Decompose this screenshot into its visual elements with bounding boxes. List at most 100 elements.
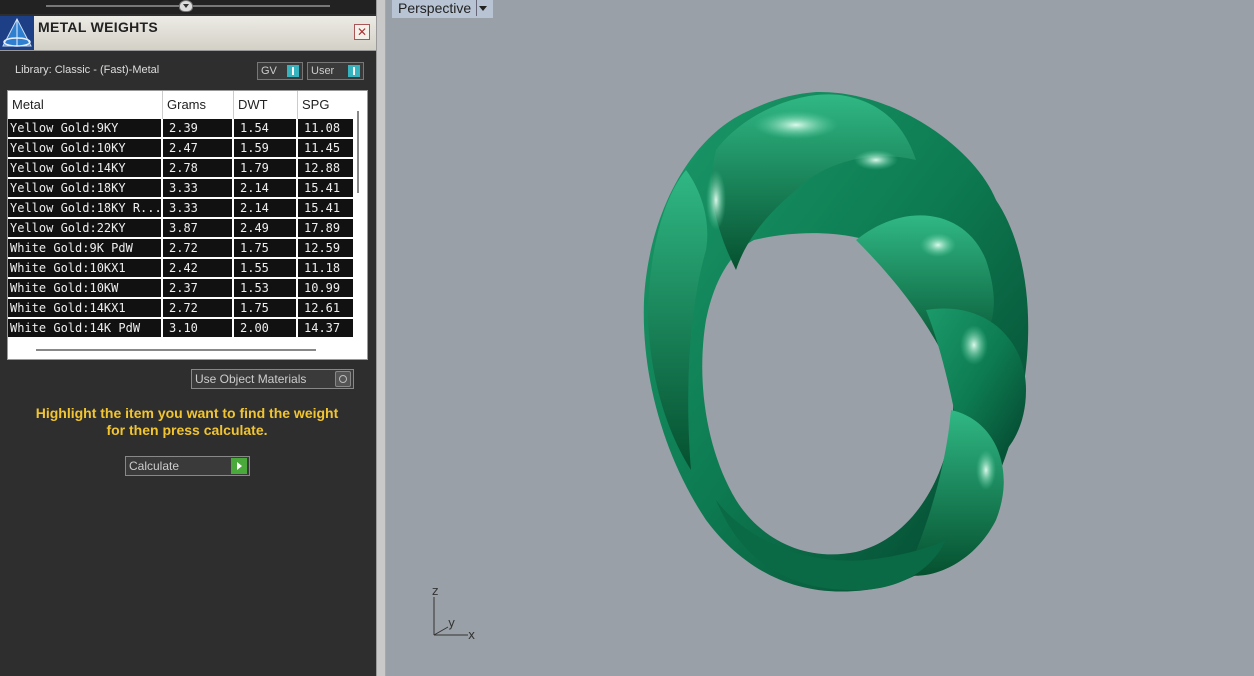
spg-cell: 17.89 <box>298 219 353 238</box>
axis-gizmo-icon: z y x <box>432 585 475 642</box>
slider-thumb[interactable] <box>179 0 193 12</box>
table-row[interactable]: Yellow Gold:22KY 3.87 2.49 17.89 <box>8 219 353 239</box>
ring-highlight <box>706 170 726 230</box>
grams-cell: 2.39 <box>163 119 232 138</box>
dwt-cell: 1.55 <box>234 259 296 278</box>
instruction-text: Highlight the item you want to find the … <box>14 405 360 439</box>
perspective-viewport[interactable]: Perspective z y x <box>386 0 1254 676</box>
ring-highlight <box>960 325 988 365</box>
close-panel-button[interactable]: ✕ <box>354 24 370 40</box>
table-row[interactable]: White Gold:9K PdW 2.72 1.75 12.59 <box>8 239 353 259</box>
table-header: Metal Grams DWT SPG <box>8 91 353 119</box>
metal-cell: Yellow Gold:18KY <box>8 179 161 198</box>
metal-cell: Yellow Gold:9KY <box>8 119 161 138</box>
spg-cell: 15.41 <box>298 199 353 218</box>
user-toggle-switch-icon[interactable] <box>348 65 360 77</box>
spg-cell: 10.99 <box>298 279 353 298</box>
metal-cell: Yellow Gold:10KY <box>8 139 161 158</box>
grams-cell: 3.33 <box>163 199 232 218</box>
table-row[interactable]: White Gold:10KW 2.37 1.53 10.99 <box>8 279 353 299</box>
grams-cell: 3.10 <box>163 319 232 338</box>
metal-cell: Yellow Gold:18KY R... <box>8 199 161 218</box>
gv-toggle[interactable]: GV <box>257 62 303 80</box>
instruction-line-2: for then press calculate. <box>106 422 268 438</box>
axis-label-z: z <box>432 585 438 598</box>
table-row[interactable]: Yellow Gold:18KY 3.33 2.14 15.41 <box>8 179 353 199</box>
column-header-dwt[interactable]: DWT <box>234 91 298 119</box>
table-row[interactable]: White Gold:14KX1 2.72 1.75 12.61 <box>8 299 353 319</box>
table-row[interactable]: Yellow Gold:10KY 2.47 1.59 11.45 <box>8 139 353 159</box>
axis-label-x: x <box>468 628 475 642</box>
panel-splitter[interactable] <box>376 0 386 676</box>
gv-toggle-label: GV <box>261 65 277 77</box>
table-row[interactable]: Yellow Gold:9KY 2.39 1.54 11.08 <box>8 119 353 139</box>
panel-title: METAL WEIGHTS <box>38 19 159 35</box>
spg-cell: 12.88 <box>298 159 353 178</box>
twisted-ring-model[interactable] <box>386 0 1254 676</box>
metal-weights-panel: METAL WEIGHTS ✕ Library: Classic - (Fast… <box>0 0 376 676</box>
instruction-line-1: Highlight the item you want to find the … <box>35 405 339 421</box>
ring-highlight <box>920 233 956 257</box>
dwt-cell: 1.54 <box>234 119 296 138</box>
table-row[interactable]: Yellow Gold:14KY 2.78 1.79 12.88 <box>8 159 353 179</box>
grams-cell: 3.33 <box>163 179 232 198</box>
spg-cell: 14.37 <box>298 319 353 338</box>
spg-cell: 12.59 <box>298 239 353 258</box>
dropdown-arrow-icon[interactable] <box>476 0 489 16</box>
spg-cell: 11.08 <box>298 119 353 138</box>
dwt-cell: 1.75 <box>234 239 296 258</box>
grams-cell: 2.42 <box>163 259 232 278</box>
grams-cell: 2.72 <box>163 299 232 318</box>
dwt-cell: 1.59 <box>234 139 296 158</box>
grams-cell: 2.78 <box>163 159 232 178</box>
use-object-materials-toggle[interactable]: Use Object Materials <box>191 369 354 389</box>
ring-highlight <box>976 450 996 490</box>
gv-toggle-switch-icon[interactable] <box>287 65 299 77</box>
dwt-cell: 2.14 <box>234 199 296 218</box>
dwt-cell: 2.49 <box>234 219 296 238</box>
dwt-cell: 2.00 <box>234 319 296 338</box>
play-icon[interactable] <box>231 458 247 474</box>
table-row[interactable]: Yellow Gold:18KY R... 3.33 2.14 15.41 <box>8 199 353 219</box>
metal-cell: White Gold:9K PdW <box>8 239 161 258</box>
spg-cell: 11.18 <box>298 259 353 278</box>
calculate-button[interactable]: Calculate <box>125 456 250 476</box>
user-toggle-label: User <box>311 65 335 77</box>
metal-cell: White Gold:10KW <box>8 279 161 298</box>
dwt-cell: 1.75 <box>234 299 296 318</box>
metal-cell: White Gold:14K PdW <box>8 319 161 338</box>
metal-cell: White Gold:14KX1 <box>8 299 161 318</box>
grams-cell: 2.37 <box>163 279 232 298</box>
column-header-metal[interactable]: Metal <box>8 91 163 119</box>
metal-cell: White Gold:10KX1 <box>8 259 161 278</box>
dwt-cell: 1.79 <box>234 159 296 178</box>
column-header-spg[interactable]: SPG <box>298 91 353 119</box>
grams-cell: 2.47 <box>163 139 232 158</box>
table-row[interactable]: White Gold:14K PdW 3.10 2.00 14.37 <box>8 319 353 339</box>
axis-label-y: y <box>448 616 455 630</box>
radio-icon[interactable] <box>335 371 351 387</box>
ring-highlight <box>854 150 898 170</box>
spg-cell: 15.41 <box>298 179 353 198</box>
dwt-cell: 2.14 <box>234 179 296 198</box>
library-label: Library: Classic - (Fast)-Metal <box>15 64 160 76</box>
dwt-cell: 1.53 <box>234 279 296 298</box>
calculate-button-label: Calculate <box>129 459 180 473</box>
viewport-title: Perspective <box>398 0 472 16</box>
viewport-title-tab[interactable]: Perspective <box>392 0 494 18</box>
use-object-materials-label: Use Object Materials <box>195 372 307 386</box>
user-toggle[interactable]: User <box>307 62 364 80</box>
panel-title-bar: METAL WEIGHTS ✕ <box>0 16 376 51</box>
table-vertical-scrollbar[interactable] <box>357 111 359 193</box>
metal-cell: Yellow Gold:22KY <box>8 219 161 238</box>
table-horizontal-scrollbar[interactable] <box>36 349 316 351</box>
grams-cell: 3.87 <box>163 219 232 238</box>
metal-table: Metal Grams DWT SPG Yellow Gold:9KY 2.39… <box>7 90 368 360</box>
metal-weights-logo-icon <box>0 16 34 50</box>
table-row[interactable]: White Gold:10KX1 2.42 1.55 11.18 <box>8 259 353 279</box>
column-header-grams[interactable]: Grams <box>163 91 234 119</box>
table-rows: Yellow Gold:9KY 2.39 1.54 11.08 Yellow G… <box>8 119 353 339</box>
ring-highlight <box>754 111 838 139</box>
spg-cell: 12.61 <box>298 299 353 318</box>
spg-cell: 11.45 <box>298 139 353 158</box>
